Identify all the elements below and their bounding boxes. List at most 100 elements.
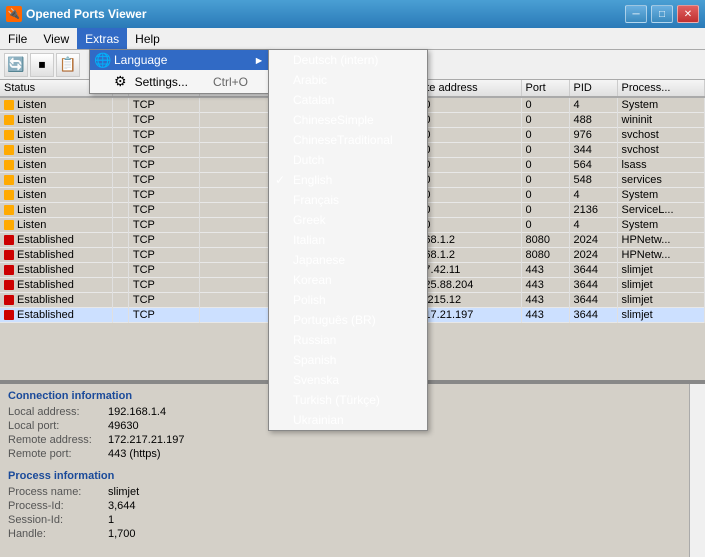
cell-protocol: TCP <box>128 97 199 113</box>
cell-flag <box>112 203 128 218</box>
lang-russian[interactable]: Russian <box>269 330 427 350</box>
lang-ukrainian[interactable]: Ukrainian <box>269 410 427 430</box>
cell-flag <box>112 308 128 323</box>
cell-status: Established <box>0 233 112 248</box>
remote-address-value: 172.217.21.197 <box>108 434 184 446</box>
status-icon <box>4 175 14 185</box>
cell-protocol: TCP <box>128 203 199 218</box>
toolbar-stop[interactable]: ⏹ <box>30 53 54 77</box>
menu-settings-item[interactable]: ⚙ Settings... Ctrl+O <box>90 70 268 93</box>
lang-portuguese[interactable]: Português (BR) <box>269 310 427 330</box>
cell-protocol: TCP <box>128 158 199 173</box>
cell-protocol: TCP <box>128 293 199 308</box>
cell-process: slimjet <box>617 308 704 323</box>
lang-french[interactable]: Français <box>269 190 427 210</box>
menu-extras[interactable]: Extras <box>77 28 127 49</box>
lang-polish[interactable]: Polish <box>269 290 427 310</box>
cell-protocol: TCP <box>128 278 199 293</box>
status-icon <box>4 250 14 260</box>
cell-pid: 4 <box>569 97 617 113</box>
lang-italian[interactable]: Italian <box>269 230 427 250</box>
process-name-label: Process name: <box>8 486 108 498</box>
cell-pid: 4 <box>569 188 617 203</box>
cell-pid: 2024 <box>569 248 617 263</box>
cell-port: 0 <box>521 143 569 158</box>
remote-address-label: Remote address: <box>8 434 108 446</box>
status-icon <box>4 100 14 110</box>
cell-flag <box>112 233 128 248</box>
cell-protocol: TCP <box>128 233 199 248</box>
cell-process: ServiceL... <box>617 203 704 218</box>
cell-status: Established <box>0 293 112 308</box>
lang-dutch[interactable]: Dutch <box>269 150 427 170</box>
cell-port: 0 <box>521 218 569 233</box>
submenu-arrow: ▶ <box>256 56 262 65</box>
cell-protocol: TCP <box>128 263 199 278</box>
cell-port: 443 <box>521 293 569 308</box>
lang-chinese-traditional[interactable]: ChineseTraditional <box>269 130 427 150</box>
menu-language-item[interactable]: 🌐 Language ▶ Deutsch (intern) Arabic Cat… <box>90 50 268 70</box>
settings-label: Settings... <box>135 75 188 89</box>
window-title: Opened Ports Viewer <box>26 7 621 21</box>
session-id-value: 1 <box>108 514 114 526</box>
cell-protocol: TCP <box>128 308 199 323</box>
toolbar-refresh[interactable]: 🔄 <box>4 53 28 77</box>
lang-greek[interactable]: Greek <box>269 210 427 230</box>
bottom-scrollbar[interactable] <box>689 384 705 557</box>
lang-korean[interactable]: Korean <box>269 270 427 290</box>
cell-port: 8080 <box>521 233 569 248</box>
settings-shortcut: Ctrl+O <box>213 75 248 89</box>
cell-flag <box>112 113 128 128</box>
cell-pid: 2136 <box>569 203 617 218</box>
cell-port: 0 <box>521 188 569 203</box>
lang-deutsch[interactable]: Deutsch (intern) <box>269 50 427 70</box>
cell-protocol: TCP <box>128 173 199 188</box>
cell-pid: 3644 <box>569 308 617 323</box>
remote-port-value: 443 (https) <box>108 448 161 460</box>
title-bar: 🔌 Opened Ports Viewer ─ □ ✕ <box>0 0 705 28</box>
lang-japanese[interactable]: Japanese <box>269 250 427 270</box>
status-icon <box>4 265 14 275</box>
cell-process: System <box>617 97 704 113</box>
lang-svenska[interactable]: Svenska <box>269 370 427 390</box>
lang-catalan[interactable]: Catalan <box>269 90 427 110</box>
lang-english[interactable]: English <box>269 170 427 190</box>
lang-spanish[interactable]: Spanish <box>269 350 427 370</box>
cell-protocol: TCP <box>128 113 199 128</box>
status-icon <box>4 220 14 230</box>
cell-flag <box>112 97 128 113</box>
status-icon <box>4 310 14 320</box>
cell-status: Listen <box>0 218 112 233</box>
cell-pid: 344 <box>569 143 617 158</box>
cell-status: Listen <box>0 128 112 143</box>
cell-flag <box>112 263 128 278</box>
cell-flag <box>112 173 128 188</box>
menu-help[interactable]: Help <box>127 28 168 49</box>
app-icon: 🔌 <box>6 6 22 22</box>
toolbar-copy[interactable]: 📋 <box>56 53 80 77</box>
local-port-value: 49630 <box>108 420 139 432</box>
remote-port-label: Remote port: <box>8 448 108 460</box>
status-icon <box>4 280 14 290</box>
extras-dropdown: 🌐 Language ▶ Deutsch (intern) Arabic Cat… <box>89 49 269 94</box>
maximize-button[interactable]: □ <box>651 5 673 23</box>
lang-turkish[interactable]: Turkish (Türkçe) <box>269 390 427 410</box>
cell-status: Listen <box>0 188 112 203</box>
close-button[interactable]: ✕ <box>677 5 699 23</box>
local-address-label: Local address: <box>8 406 108 418</box>
session-id-label: Session-Id: <box>8 514 108 526</box>
cell-port: 0 <box>521 97 569 113</box>
process-id-label: Process-Id: <box>8 500 108 512</box>
lang-arabic[interactable]: Arabic <box>269 70 427 90</box>
menu-file[interactable]: File <box>0 28 35 49</box>
cell-process: HPNetw... <box>617 248 704 263</box>
cell-status: Listen <box>0 97 112 113</box>
minimize-button[interactable]: ─ <box>625 5 647 23</box>
cell-status: Established <box>0 278 112 293</box>
cell-pid: 548 <box>569 173 617 188</box>
cell-port: 8080 <box>521 248 569 263</box>
menu-view[interactable]: View <box>35 28 77 49</box>
cell-process: slimjet <box>617 263 704 278</box>
status-icon <box>4 295 14 305</box>
lang-chinese-simple[interactable]: ChineseSimple <box>269 110 427 130</box>
